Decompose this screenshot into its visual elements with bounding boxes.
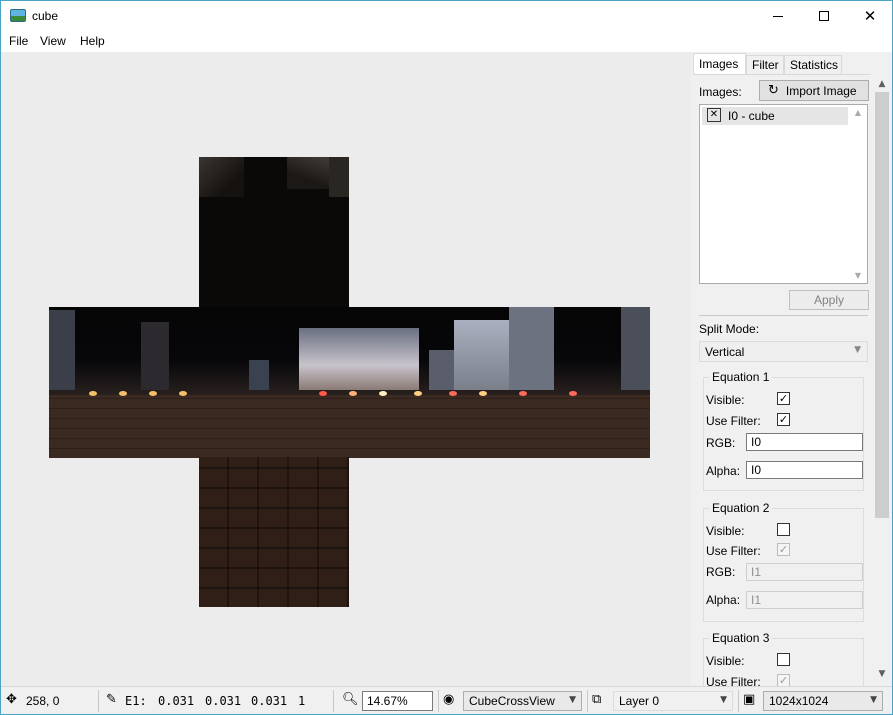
zoom-icon: 🔍︎: [342, 692, 359, 707]
equation-1-visible-checkbox[interactable]: ✓: [777, 392, 790, 405]
close-icon: ✕: [863, 7, 877, 25]
window-title: cube: [32, 9, 59, 23]
visible-label: Visible:: [706, 524, 745, 538]
eyedropper-icon: ✎: [106, 692, 117, 707]
equation-2-visible-checkbox[interactable]: [777, 523, 790, 536]
equation-2-use-filter-checkbox[interactable]: ✓: [777, 543, 790, 556]
image-size-icon: ▣: [743, 692, 756, 707]
layer-icon: ⧉: [592, 692, 602, 707]
cube-face-bottom: [199, 457, 349, 607]
close-button[interactable]: ✕: [847, 1, 893, 31]
alpha-label: Alpha:: [706, 593, 741, 607]
tab-images[interactable]: Images: [693, 53, 746, 76]
split-mode-select[interactable]: Vertical ▼: [699, 341, 868, 362]
equation-3-visible-checkbox[interactable]: [777, 653, 790, 666]
app-window: cube ✕ File View Help Images Filter Stat…: [0, 0, 893, 715]
resolution-value: 1024x1024: [769, 694, 829, 708]
divider: [333, 690, 334, 712]
import-image-button[interactable]: ↻ Import Image: [759, 80, 869, 101]
split-mode-value: Vertical: [705, 345, 745, 359]
images-label: Images:: [699, 85, 742, 99]
pixel-a-value: 1: [298, 694, 306, 708]
divider: [738, 690, 739, 712]
title-bar: cube ✕: [1, 1, 892, 31]
panel-scrollbar[interactable]: ▲ ▼: [873, 75, 891, 686]
use-filter-label: Use Filter:: [706, 544, 761, 558]
scroll-down-icon[interactable]: ▼: [850, 271, 866, 280]
rgb-label: RGB:: [706, 436, 736, 450]
view-mode-select[interactable]: CubeCrossView ▼: [463, 691, 582, 711]
chevron-down-icon: ▼: [870, 695, 877, 705]
rgb-label: RGB:: [706, 565, 736, 579]
scrollbar-thumb[interactable]: [875, 92, 889, 518]
cube-face-top: [199, 157, 349, 307]
menu-file[interactable]: File: [9, 34, 28, 48]
import-icon: ↻: [768, 83, 779, 98]
equation-1-use-filter-checkbox[interactable]: ✓: [777, 413, 790, 426]
visible-label: Visible:: [706, 654, 745, 668]
divider: [98, 690, 99, 712]
images-tab-page: Images: ↻ Import Image ✕ I0 - cube ▲ ▼ A…: [693, 74, 871, 698]
divider: [438, 690, 439, 712]
image-canvas[interactable]: [1, 52, 691, 686]
scroll-up-icon[interactable]: ▲: [850, 108, 866, 117]
cursor-position: 258, 0: [26, 694, 60, 708]
app-image-icon: [10, 9, 26, 22]
eye-icon: ◉: [443, 692, 455, 707]
menu-view[interactable]: View: [40, 34, 66, 48]
equation-1-alpha-input[interactable]: I0: [746, 461, 863, 479]
zoom-input[interactable]: 14.67%: [362, 691, 433, 711]
layer-select[interactable]: Layer 0 ▼: [613, 691, 733, 711]
maximize-button[interactable]: [801, 1, 847, 31]
minimize-icon: [773, 15, 783, 17]
equation-2-group: Equation 2 Visible: Use Filter: ✓ RGB: I…: [703, 501, 864, 622]
apply-button[interactable]: Apply: [789, 290, 869, 310]
move-icon: ✥: [6, 692, 17, 707]
equation-2-title: Equation 2: [709, 501, 773, 515]
equation-3-title: Equation 3: [709, 631, 773, 645]
tab-statistics[interactable]: Statistics: [784, 55, 842, 75]
side-panel: Images Filter Statistics Images: ↻ Impor…: [691, 52, 873, 698]
equation-2-rgb-input[interactable]: I1: [746, 563, 863, 581]
cube-face-strip: [49, 307, 650, 458]
list-scrollbar[interactable]: ▲ ▼: [850, 106, 866, 282]
status-bar: ✥ 258, 0 ✎ E1: 0.031 0.031 0.031 1 🔍︎ 14…: [1, 686, 892, 714]
resolution-select[interactable]: 1024x1024 ▼: [763, 691, 883, 711]
scroll-down-icon[interactable]: ▼: [873, 669, 891, 679]
chevron-down-icon: ▼: [720, 695, 727, 705]
image-name: I0 - cube: [728, 109, 775, 123]
use-filter-label: Use Filter:: [706, 414, 761, 428]
visible-label: Visible:: [706, 393, 745, 407]
menu-bar: File View Help: [1, 31, 892, 52]
pixel-r-value: 0.031: [158, 694, 195, 708]
divider: [699, 315, 868, 316]
alpha-label: Alpha:: [706, 464, 741, 478]
remove-image-icon[interactable]: ✕: [707, 108, 721, 122]
equation-2-alpha-input[interactable]: I1: [746, 591, 863, 609]
equation-1-group: Equation 1 Visible: ✓ Use Filter: ✓ RGB:…: [703, 370, 864, 491]
split-mode-label: Split Mode:: [699, 322, 760, 336]
tab-filter[interactable]: Filter: [746, 55, 784, 75]
chevron-down-icon: ▼: [854, 345, 861, 355]
pixel-b-value: 0.031: [251, 694, 288, 708]
image-list[interactable]: ✕ I0 - cube ▲ ▼: [699, 104, 868, 284]
divider: [587, 690, 588, 712]
layer-value: Layer 0: [619, 694, 660, 708]
import-image-label: Import Image: [785, 83, 857, 98]
view-mode-value: CubeCrossView: [469, 694, 555, 708]
pixel-g-value: 0.031: [205, 694, 242, 708]
list-item[interactable]: ✕ I0 - cube: [702, 107, 848, 125]
pixel-equation-label: E1:: [125, 694, 147, 708]
maximize-icon: [819, 11, 829, 21]
minimize-button[interactable]: [755, 1, 801, 31]
equation-1-rgb-input[interactable]: I0: [746, 433, 863, 451]
equation-1-title: Equation 1: [709, 370, 773, 384]
chevron-down-icon: ▼: [569, 695, 576, 705]
menu-help[interactable]: Help: [80, 34, 105, 48]
scroll-up-icon[interactable]: ▲: [873, 79, 891, 89]
